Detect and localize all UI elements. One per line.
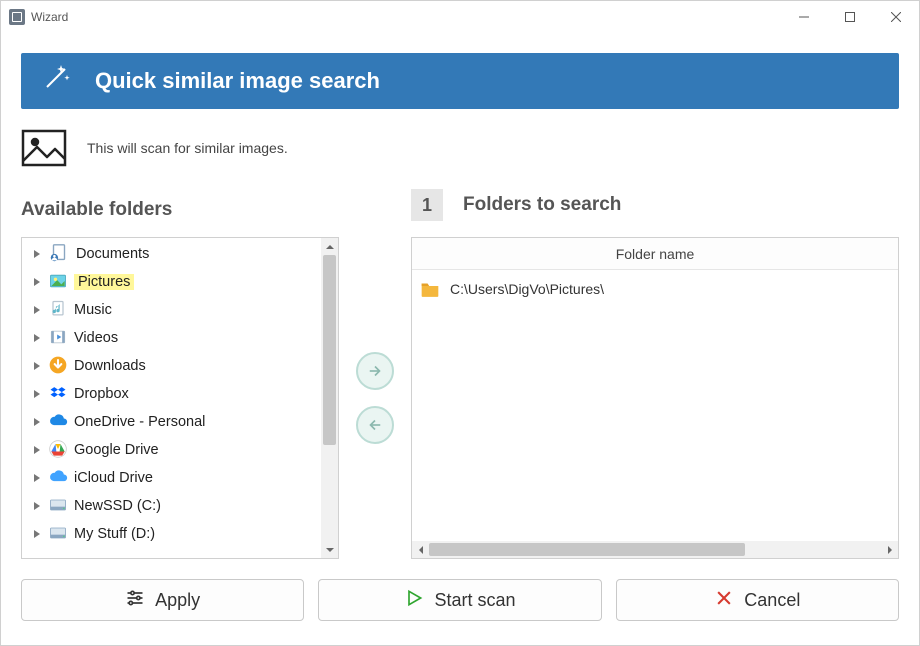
tree-item-label: My Stuff (D:)	[74, 526, 155, 542]
description-row: This will scan for similar images.	[21, 125, 899, 173]
icloud-icon	[48, 467, 68, 490]
close-icon	[714, 588, 734, 613]
image-icon	[21, 129, 67, 167]
expand-icon[interactable]	[32, 249, 42, 259]
folder-icon	[420, 281, 440, 297]
description-text: This will scan for similar images.	[87, 140, 288, 156]
scroll-thumb[interactable]	[323, 255, 336, 445]
tree-item-label: Videos	[74, 330, 118, 346]
music-icon	[48, 299, 68, 322]
banner-title: Quick similar image search	[95, 68, 380, 94]
apply-label: Apply	[155, 590, 200, 611]
tree-item-pictures[interactable]: Pictures	[22, 268, 321, 296]
folders-to-search-panel: Folder name C:\Users\DigVo\Pictures\	[411, 237, 899, 559]
expand-icon[interactable]	[32, 473, 42, 483]
transfer-buttons	[339, 237, 411, 559]
sliders-icon	[125, 588, 145, 613]
hscroll-track[interactable]	[429, 541, 881, 558]
tree-item-label: Google Drive	[74, 442, 159, 458]
scroll-track[interactable]	[321, 255, 338, 541]
tree-item-label: iCloud Drive	[74, 470, 153, 486]
folder-list[interactable]: C:\Users\DigVo\Pictures\	[412, 270, 898, 541]
expand-icon[interactable]	[32, 333, 42, 343]
content-area: Quick similar image search This will sca…	[1, 33, 919, 645]
remove-folder-button[interactable]	[356, 406, 394, 444]
tree-item-label: Documents	[76, 246, 149, 262]
expand-icon[interactable]	[32, 361, 42, 371]
play-icon	[404, 588, 424, 613]
wand-icon	[39, 61, 73, 101]
folder-list-hscroll[interactable]	[412, 541, 898, 558]
expand-icon[interactable]	[32, 277, 42, 287]
folder-tree[interactable]: Documents Pictures Music	[22, 238, 321, 558]
available-folders-heading: Available folders	[21, 199, 383, 221]
start-scan-button[interactable]: Start scan	[318, 579, 601, 621]
banner: Quick similar image search	[21, 53, 899, 109]
window-controls	[781, 1, 919, 33]
tree-item-dropbox[interactable]: Dropbox	[22, 380, 321, 408]
pictures-icon	[48, 271, 68, 294]
dropbox-icon	[48, 383, 68, 406]
scroll-right-icon[interactable]	[881, 546, 898, 554]
close-button[interactable]	[873, 1, 919, 33]
apply-button[interactable]: Apply	[21, 579, 304, 621]
app-icon	[9, 9, 25, 25]
expand-icon[interactable]	[32, 445, 42, 455]
documents-icon	[48, 242, 70, 267]
available-folders-panel: Documents Pictures Music	[21, 237, 339, 559]
onedrive-icon	[48, 411, 68, 434]
maximize-button[interactable]	[827, 1, 873, 33]
videos-icon	[48, 327, 68, 350]
tree-item-label: Pictures	[74, 274, 134, 290]
tree-item-label: Downloads	[74, 358, 146, 374]
hscroll-thumb[interactable]	[429, 543, 745, 556]
folder-path: C:\Users\DigVo\Pictures\	[450, 281, 604, 297]
action-buttons-row: Apply Start scan Cancel	[21, 575, 899, 621]
tree-item-music[interactable]: Music	[22, 296, 321, 324]
folders-to-search-heading: Folders to search	[463, 194, 621, 216]
window-title: Wizard	[31, 10, 68, 24]
scroll-left-icon[interactable]	[412, 546, 429, 554]
tree-item-documents[interactable]: Documents	[22, 240, 321, 268]
tree-item-onedrive[interactable]: OneDrive - Personal	[22, 408, 321, 436]
cancel-label: Cancel	[744, 590, 800, 611]
gdrive-icon	[48, 439, 68, 462]
tree-item-downloads[interactable]: Downloads	[22, 352, 321, 380]
tree-item-videos[interactable]: Videos	[22, 324, 321, 352]
columns: Documents Pictures Music	[21, 237, 899, 559]
tree-item-label: NewSSD (C:)	[74, 498, 161, 514]
tree-item-googledrive[interactable]: Google Drive	[22, 436, 321, 464]
add-folder-button[interactable]	[356, 352, 394, 390]
downloads-icon	[48, 355, 68, 378]
tree-item-label: OneDrive - Personal	[74, 414, 205, 430]
list-item[interactable]: C:\Users\DigVo\Pictures\	[420, 276, 890, 302]
tree-item-drive-d[interactable]: My Stuff (D:)	[22, 520, 321, 548]
tree-item-label: Dropbox	[74, 386, 129, 402]
column-headings: Available folders 1 Folders to search	[21, 189, 899, 221]
expand-icon[interactable]	[32, 305, 42, 315]
hdd-icon	[48, 523, 68, 546]
scroll-up-icon[interactable]	[321, 238, 338, 255]
wizard-window: Wizard Quick similar image search	[0, 0, 920, 646]
tree-item-drive-c[interactable]: NewSSD (C:)	[22, 492, 321, 520]
folder-name-column-header[interactable]: Folder name	[412, 238, 898, 270]
expand-icon[interactable]	[32, 501, 42, 511]
step-badge: 1	[411, 189, 443, 221]
expand-icon[interactable]	[32, 417, 42, 427]
minimize-button[interactable]	[781, 1, 827, 33]
start-label: Start scan	[434, 590, 515, 611]
hdd-icon	[48, 495, 68, 518]
titlebar: Wizard	[1, 1, 919, 33]
scroll-down-icon[interactable]	[321, 541, 338, 558]
expand-icon[interactable]	[32, 529, 42, 539]
tree-item-label: Music	[74, 302, 112, 318]
tree-scrollbar[interactable]	[321, 238, 338, 558]
tree-item-icloud[interactable]: iCloud Drive	[22, 464, 321, 492]
expand-icon[interactable]	[32, 389, 42, 399]
cancel-button[interactable]: Cancel	[616, 579, 899, 621]
